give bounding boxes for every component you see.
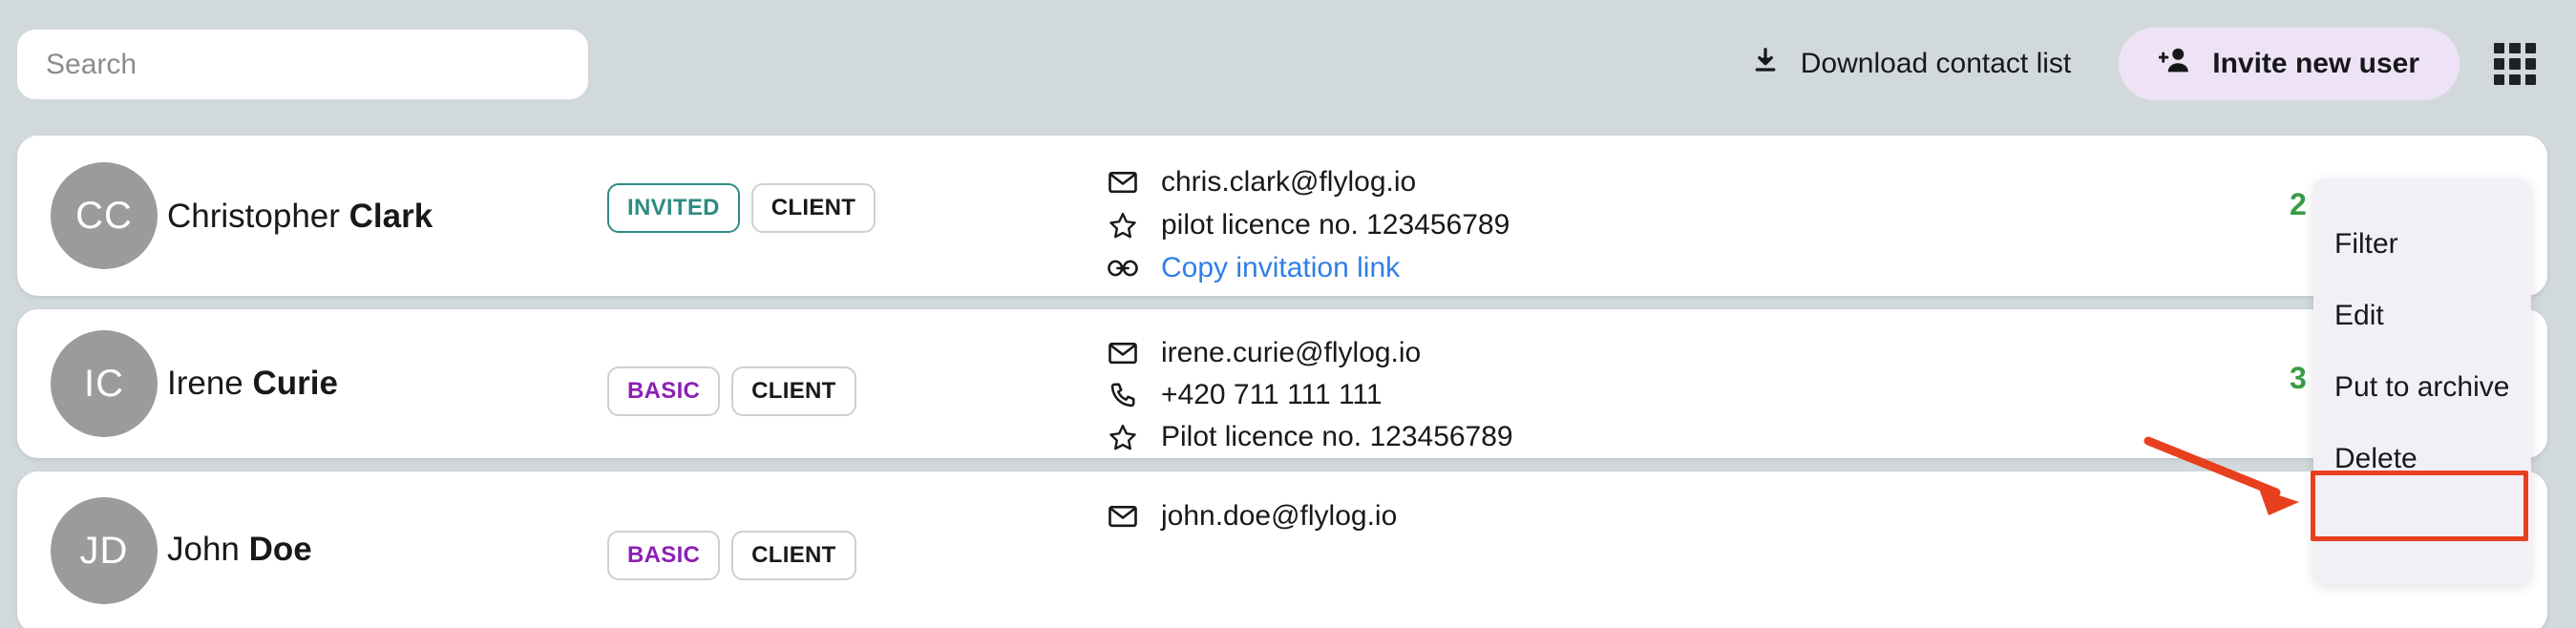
toolbar-actions: Download contact list Invite new user: [1736, 26, 2536, 102]
contact-details: irene.curie@flylog.io +420 711 111 111 P…: [1108, 332, 1513, 458]
download-icon: [1751, 45, 1780, 83]
detail-email-text: irene.curie@flylog.io: [1161, 337, 1422, 368]
detail-licence: Pilot licence no. 123456789: [1108, 416, 1513, 458]
download-contact-list-button[interactable]: Download contact list: [1736, 34, 2086, 94]
status-badge[interactable]: INVITED: [607, 183, 740, 233]
detail-licence-text: Pilot licence no. 123456789: [1161, 421, 1513, 452]
menu-item-put-to-archive[interactable]: Put to archive: [2313, 351, 2531, 423]
detail-email: irene.curie@flylog.io: [1108, 332, 1513, 374]
contact-list: CC Christopher Clark INVITED CLIENT chri…: [17, 136, 2547, 628]
status-badge[interactable]: BASIC: [607, 366, 721, 416]
contact-card[interactable]: IC Irene Curie BASIC CLIENT irene.curie@…: [17, 309, 2547, 458]
contact-name: John Doe: [167, 531, 312, 569]
mail-icon: [1108, 167, 1138, 198]
avatar: IC: [51, 330, 158, 437]
badge-group: INVITED CLIENT: [607, 183, 876, 233]
detail-email-text: chris.clark@flylog.io: [1161, 166, 1417, 198]
contact-name: Christopher Clark: [167, 198, 433, 236]
contact-last-name: Doe: [248, 531, 312, 568]
contact-last-name: Curie: [252, 365, 338, 402]
search-input[interactable]: [17, 30, 588, 99]
contact-first-name: John: [167, 531, 240, 568]
detail-licence: pilot licence no. 123456789: [1108, 204, 1510, 246]
menu-item-delete[interactable]: Delete: [2313, 423, 2531, 494]
contact-card[interactable]: CC Christopher Clark INVITED CLIENT chri…: [17, 136, 2547, 296]
context-menu: Filter Edit Put to archive Delete: [2313, 178, 2531, 584]
detail-email-text: john.doe@flylog.io: [1161, 500, 1398, 532]
detail-phone-text: +420 711 111 111: [1161, 379, 1383, 410]
phone-icon: [1108, 380, 1138, 410]
star-icon: [1108, 422, 1138, 452]
detail-licence-text: pilot licence no. 123456789: [1161, 209, 1510, 241]
badge-group: BASIC CLIENT: [607, 531, 856, 580]
link-icon: [1108, 253, 1138, 283]
status-badge[interactable]: BASIC: [607, 531, 721, 580]
apps-grid-icon[interactable]: [2494, 43, 2536, 85]
contact-first-name: Christopher: [167, 198, 340, 235]
contact-name: Irene Curie: [167, 365, 338, 403]
invite-new-user-label: Invite new user: [2212, 48, 2419, 79]
badge-group: BASIC CLIENT: [607, 366, 856, 416]
role-badge[interactable]: CLIENT: [731, 531, 856, 580]
role-badge[interactable]: CLIENT: [750, 183, 876, 233]
mail-icon: [1108, 501, 1138, 532]
detail-copy-invitation[interactable]: Copy invitation link: [1108, 247, 1510, 289]
contact-details: chris.clark@flylog.io pilot licence no. …: [1108, 161, 1510, 290]
role-badge[interactable]: CLIENT: [731, 366, 856, 416]
contact-details: john.doe@flylog.io: [1108, 495, 1397, 537]
contact-first-name: Irene: [167, 365, 243, 402]
menu-item-filter[interactable]: Filter: [2313, 208, 2531, 280]
invite-new-user-button[interactable]: Invite new user: [2119, 28, 2460, 100]
detail-email: chris.clark@flylog.io: [1108, 161, 1510, 203]
star-icon: [1108, 210, 1138, 241]
contact-last-name: Clark: [348, 198, 433, 235]
avatar: JD: [51, 497, 158, 604]
copy-invitation-link[interactable]: Copy invitation link: [1161, 252, 1400, 284]
mail-icon: [1108, 338, 1138, 368]
avatar: CC: [51, 162, 158, 269]
person-add-icon: [2158, 46, 2191, 82]
download-contact-list-label: Download contact list: [1800, 48, 2072, 79]
contact-card[interactable]: JD John Doe BASIC CLIENT john.doe@flylog…: [17, 471, 2547, 628]
top-toolbar: Download contact list Invite new user: [0, 0, 2576, 118]
trailing-number: 3: [2290, 361, 2307, 395]
menu-item-edit[interactable]: Edit: [2313, 280, 2531, 351]
detail-email: john.doe@flylog.io: [1108, 495, 1397, 537]
detail-phone: +420 711 111 111: [1108, 374, 1513, 416]
trailing-number: 2: [2290, 187, 2307, 221]
